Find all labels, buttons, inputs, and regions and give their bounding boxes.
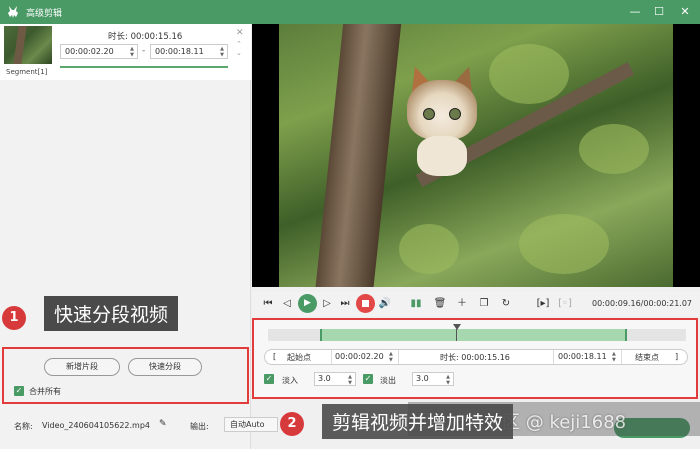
next-frame-icon[interactable]: ▷ xyxy=(319,296,335,312)
segment-duration: 时长: 00:00:15.16 xyxy=(108,32,183,42)
segment-label: Segment[1] xyxy=(6,68,48,76)
merge-all-label: 合并所有 xyxy=(29,387,61,396)
spinner-icon[interactable]: ▲ ▼ xyxy=(130,46,134,58)
reset-icon[interactable]: ↻ xyxy=(498,296,514,312)
reorder-icon[interactable]: ⌃ ⌄ xyxy=(236,40,242,58)
video-frame-image xyxy=(279,24,673,287)
segment-start-time-field[interactable]: 00:00:02.20 ▲ ▼ xyxy=(60,44,138,59)
segment-end-time-field[interactable]: 00:00:18.11 ▲ ▼ xyxy=(150,44,228,59)
close-button[interactable]: ✕ xyxy=(672,0,698,24)
app-logo-icon xyxy=(8,6,18,18)
output-label: 输出: xyxy=(190,422,209,431)
time-separator: - xyxy=(142,46,146,56)
title-bar: 高级剪辑 — ☐ ✕ xyxy=(0,0,700,24)
minimize-button[interactable]: — xyxy=(622,0,648,24)
split-icon[interactable]: ▮▮ xyxy=(408,296,424,312)
segment-thumbnail[interactable] xyxy=(4,26,52,64)
copy-icon[interactable]: ❐ xyxy=(476,296,492,312)
video-preview[interactable] xyxy=(252,24,700,287)
new-segment-button[interactable]: 新增片段 xyxy=(44,358,120,376)
skip-to-start-icon[interactable]: ⏮ xyxy=(260,296,276,312)
edit-pencil-icon[interactable]: ✎ xyxy=(159,419,167,429)
delete-icon[interactable]: 🗑 xyxy=(432,296,448,312)
mark-out-icon[interactable]: [◦] xyxy=(557,296,573,312)
volume-icon[interactable]: 🔊 xyxy=(377,296,393,312)
quick-split-button[interactable]: 快速分段 xyxy=(128,358,202,376)
annotation-callout-1: 快速分段视频 xyxy=(44,296,179,331)
time-readout: 00:00:09.16/00:00:21.07 xyxy=(592,299,692,308)
name-label: 名称: xyxy=(14,422,33,431)
file-name-value: Video_240604105622.mp4 xyxy=(42,421,150,430)
play-button[interactable]: ▶ xyxy=(298,294,317,313)
add-icon[interactable]: ＋ xyxy=(454,296,470,312)
window-title: 高级剪辑 xyxy=(26,9,63,19)
kitten-image xyxy=(397,62,487,176)
mark-in-icon[interactable]: [▸] xyxy=(535,296,551,312)
stop-button[interactable] xyxy=(356,294,375,313)
skip-to-end-icon[interactable]: ⏭ xyxy=(337,296,353,312)
spinner-icon[interactable]: ▲ ▼ xyxy=(220,46,224,58)
annotation-marker-1: 1 xyxy=(2,306,26,330)
output-select[interactable]: 自动Auto xyxy=(224,417,278,432)
merge-all-checkbox[interactable]: ✓ xyxy=(14,386,24,396)
player-controls: ⏮ ◁ ▶ ▷ ⏭ 🔊 ▮▮ 🗑 ＋ ❐ ↻ [▸] [◦] 00:00:09.… xyxy=(252,292,700,316)
segment-card[interactable]: Segment[1] 时长: 00:00:15.16 00:00:02.20 ▲… xyxy=(0,24,251,80)
remove-segment-icon[interactable]: ✕ xyxy=(236,28,244,38)
annotation-callout-2: 剪辑视频并增加特效 xyxy=(322,404,514,439)
maximize-button[interactable]: ☐ xyxy=(646,0,672,24)
segment-progress-bar xyxy=(60,66,228,68)
highlight-box-right xyxy=(252,318,698,399)
previous-frame-icon[interactable]: ◁ xyxy=(279,296,295,312)
annotation-marker-2: 2 xyxy=(280,412,304,436)
